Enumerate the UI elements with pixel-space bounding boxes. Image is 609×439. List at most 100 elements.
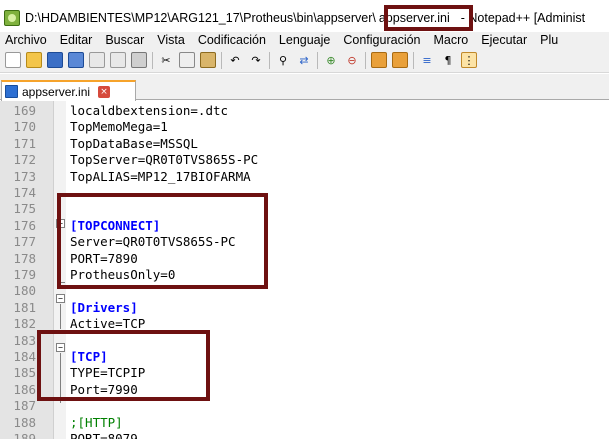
new-file-icon[interactable]	[5, 52, 21, 68]
code-line[interactable]: 184 [TCP]	[0, 349, 609, 365]
code-line[interactable]: 181 [Drivers]	[0, 300, 609, 316]
line-number: 187	[13, 398, 36, 414]
fold-end-marker	[60, 282, 65, 283]
paste-icon[interactable]	[200, 52, 216, 68]
copy-icon[interactable]	[179, 52, 195, 68]
find-icon[interactable]: ⚲	[275, 52, 291, 68]
menu-plugins[interactable]: Plu	[540, 33, 558, 47]
editor-area[interactable]: 169 localdbextension=.dtc 170 TopMemoMega=1…	[0, 101, 609, 439]
close-tab-icon[interactable]: ×	[98, 85, 111, 98]
replace-icon[interactable]: ⇄	[296, 52, 312, 68]
line-number: 185	[13, 365, 36, 381]
code-line[interactable]: 188 ;[HTTP]	[0, 415, 609, 431]
code-line[interactable]: 170 TopMemoMega=1	[0, 119, 609, 135]
title-bar: D:\HDAMBIENTES\MP12\ARG121_17\Protheus\b…	[0, 0, 609, 36]
menu-bar: Archivo Editar Buscar Vista Codificación…	[0, 32, 609, 48]
menu-ejecutar[interactable]: Ejecutar	[481, 33, 527, 47]
line-text: TYPE=TCPIP	[70, 365, 146, 381]
cut-icon[interactable]: ✂	[158, 52, 174, 68]
window-title-app: - Notepad++ [Administ	[460, 11, 586, 25]
open-file-icon[interactable]	[26, 52, 42, 68]
line-text: [TOPCONNECT]	[70, 217, 161, 233]
code-line[interactable]: 185 TYPE=TCPIP	[0, 365, 609, 381]
fold-toggle-tcp[interactable]: −	[56, 343, 65, 352]
code-line[interactable]: 178 PORT=7890	[0, 251, 609, 267]
code-line[interactable]: 169 localdbextension=.dtc	[0, 103, 609, 119]
menu-codificacion[interactable]: Codificación	[198, 33, 266, 47]
save-icon[interactable]	[47, 52, 63, 68]
close-all-icon[interactable]	[110, 52, 126, 68]
line-number: 176	[13, 217, 36, 233]
word-wrap-icon[interactable]: ≡	[419, 52, 435, 68]
code-line[interactable]: 173 TopALIAS=MP12_17BIOFARMA	[0, 169, 609, 185]
tab-bar: appserver.ini ×	[0, 74, 609, 101]
line-text: Active=TCP	[70, 316, 146, 332]
menu-configuracion[interactable]: Configuración	[343, 33, 420, 47]
code-line[interactable]: 174	[0, 185, 609, 201]
toolbar-separator	[413, 51, 414, 69]
code-line[interactable]: 176 [TOPCONNECT]	[0, 218, 609, 234]
toolbar-separator	[317, 51, 318, 69]
tab-appserver-ini[interactable]: appserver.ini ×	[1, 80, 136, 101]
zoom-out-icon[interactable]: ⊖	[344, 52, 360, 68]
window-title-path: D:\HDAMBIENTES\MP12\ARG121_17\Protheus\b…	[25, 11, 376, 25]
line-number: 188	[13, 414, 36, 430]
menu-buscar[interactable]: Buscar	[105, 33, 144, 47]
code-line[interactable]: 183	[0, 333, 609, 349]
print-icon[interactable]	[131, 52, 147, 68]
code-line[interactable]: 172 TopServer=QR0T0TVS865S-PC	[0, 152, 609, 168]
code-line[interactable]: 180	[0, 283, 609, 299]
menu-vista[interactable]: Vista	[157, 33, 185, 47]
line-text: PORT=7890	[70, 250, 138, 266]
code-line[interactable]: 179 ProtheusOnly=0	[0, 267, 609, 283]
line-text: Port=7990	[70, 381, 138, 397]
fold-toggle-topconnect[interactable]: −	[56, 219, 65, 228]
menu-archivo[interactable]: Archivo	[5, 33, 47, 47]
toolbar-separator	[365, 51, 366, 69]
code-line[interactable]: 177 Server=QR0T0TVS865S-PC	[0, 234, 609, 250]
line-text: [TCP]	[70, 349, 108, 364]
close-icon[interactable]	[89, 52, 105, 68]
notepad-plus-plus-icon	[4, 10, 20, 26]
code-line[interactable]: 189 PORT=8079	[0, 431, 609, 439]
show-all-chars-icon[interactable]: ¶	[440, 52, 456, 68]
code-line[interactable]: 186 Port=7990	[0, 382, 609, 398]
line-number: 178	[13, 250, 36, 266]
line-number: 171	[13, 135, 36, 151]
line-number: 173	[13, 168, 36, 184]
toolbar-separator	[152, 51, 153, 69]
line-number: 184	[13, 349, 36, 364]
window-title-file: appserver.ini	[378, 11, 450, 25]
line-number: 186	[13, 381, 36, 397]
line-number: 183	[13, 332, 36, 348]
line-text: TopDataBase=MSSQL	[70, 135, 198, 151]
fold-toggle-drivers[interactable]: −	[56, 294, 65, 303]
line-number: 175	[13, 201, 36, 217]
toolbar: ✂ ↶ ↷ ⚲ ⇄ ⊕ ⊖ ≡ ¶ ⋮	[0, 48, 609, 73]
line-text: [Drivers]	[70, 299, 138, 315]
redo-icon[interactable]: ↷	[248, 52, 264, 68]
code-line[interactable]: 171 TopDataBase=MSSQL	[0, 136, 609, 152]
line-text: TopMemoMega=1	[70, 119, 168, 135]
menu-lenguaje[interactable]: Lenguaje	[279, 33, 330, 47]
sync-horizontal-icon[interactable]	[392, 52, 408, 68]
undo-icon[interactable]: ↶	[227, 52, 243, 68]
indent-guide-icon[interactable]: ⋮	[461, 52, 477, 68]
line-number: 189	[13, 431, 36, 439]
menu-macro[interactable]: Macro	[434, 33, 469, 47]
save-all-icon[interactable]	[68, 52, 84, 68]
tab-label: appserver.ini	[22, 84, 91, 99]
sync-vertical-icon[interactable]	[371, 52, 387, 68]
code-line[interactable]: 182 Active=TCP	[0, 316, 609, 332]
code-line[interactable]: 187	[0, 398, 609, 414]
line-text: TopALIAS=MP12_17BIOFARMA	[70, 168, 251, 184]
line-number: 180	[13, 283, 36, 299]
line-text: ProtheusOnly=0	[70, 267, 176, 282]
line-number: 179	[13, 267, 36, 282]
line-text: ;[HTTP]	[70, 414, 123, 430]
code-line[interactable]: 175	[0, 201, 609, 217]
menu-editar[interactable]: Editar	[60, 33, 93, 47]
line-number: 177	[13, 234, 36, 250]
line-number: 172	[13, 152, 36, 168]
zoom-in-icon[interactable]: ⊕	[323, 52, 339, 68]
